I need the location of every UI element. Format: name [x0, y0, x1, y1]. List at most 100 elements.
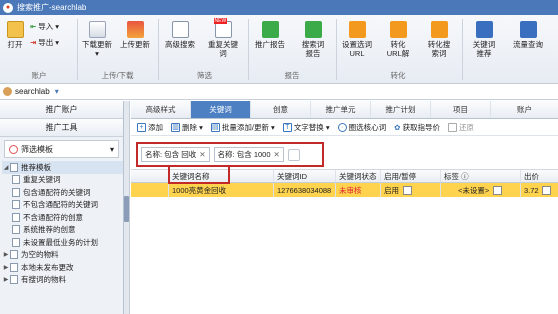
tree-item[interactable]: 未设置最低业务的计划 [2, 236, 123, 249]
tab-campaigns[interactable]: 推广计划 [371, 101, 431, 118]
keyword-toolbar: + 添加 ▥ 删除 ▾ ▤ 批量添加/更新 ▾ T 文字替换 ▾ · 圈选核心词 ✿ 获取… [131, 119, 558, 136]
tree-item[interactable]: ▶ 为空的物料 [2, 249, 123, 262]
import-button[interactable]: ⇤ 导入 ▾ [30, 21, 59, 32]
group-label-account: 账户 [31, 71, 47, 80]
template-doc-icon [12, 175, 20, 185]
enabled-cell[interactable]: 启用 [381, 183, 441, 197]
column-header[interactable]: 标签 ⓘ [441, 170, 521, 182]
traffic-query-button[interactable]: 流量查询 [508, 21, 548, 49]
column-header[interactable]: 启用/暂停 [381, 170, 441, 182]
tab-keywords[interactable]: 关键词 [191, 101, 251, 118]
open-button[interactable]: 打开 [4, 21, 26, 49]
filter-chip[interactable]: 名称: 包含 1000 ✕ [213, 147, 284, 162]
bid-cell[interactable]: 3.72 [521, 183, 558, 197]
tree-root-recommended[interactable]: ◢ 推荐模板 [2, 161, 123, 174]
tab-ad-groups[interactable]: 推广单元 [311, 101, 371, 118]
keyword-id-cell: 1276638034088 [274, 183, 336, 197]
delete-button[interactable]: ▥ 删除 ▾ [171, 122, 203, 133]
group-label-conversion: 转化 [390, 71, 406, 80]
search-icon [171, 21, 189, 38]
report-chart-icon [261, 21, 279, 38]
tag-cell[interactable]: <未设置> [441, 183, 521, 197]
restore-button[interactable]: 还原 [448, 122, 474, 133]
template-doc-icon [10, 262, 18, 272]
group-label-filter: 筛选 [197, 71, 212, 80]
close-icon[interactable]: ✕ [199, 150, 205, 159]
ribbon-separator [462, 19, 463, 80]
user-icon [3, 87, 12, 96]
account-selector[interactable]: searchlab ▾ [0, 84, 558, 100]
panel-splitter[interactable] [124, 101, 130, 314]
set-keyword-url-button[interactable]: 设置选词URL [338, 21, 376, 58]
expand-arrow-icon[interactable]: ▶ [2, 264, 10, 271]
expand-arrow-icon[interactable]: ▶ [2, 276, 10, 283]
tree-item[interactable]: ▶ 本地未发布更改 [2, 261, 123, 274]
duplicate-keyword-button[interactable]: NEW 重复关键词 [204, 18, 242, 58]
tab-strip: 高级样式 关键词 创意 推广单元 推广计划 项目 账户 [131, 101, 558, 119]
table-row[interactable]: 1000亮黄金回收 1276638034088 未审核 启用 <未设置> 3.7… [131, 183, 558, 197]
promotion-tools-header[interactable]: 推广工具 [0, 119, 123, 137]
filter-chip[interactable]: 名称: 包含 回收 ✕ [141, 147, 210, 162]
template-doc-icon [12, 200, 20, 210]
chevron-down-icon: ▾ [54, 87, 59, 96]
tab-advanced-style[interactable]: 高级样式 [131, 101, 191, 118]
row-checkbox[interactable] [131, 183, 169, 197]
upload-update-button[interactable]: 上传更新 [117, 21, 153, 49]
chevron-down-icon: ▾ [109, 144, 114, 154]
recommend-icon [475, 21, 493, 38]
plus-icon: + [137, 123, 146, 133]
keyword-name-cell[interactable]: 1000亮黄金回收 [169, 183, 274, 197]
add-button[interactable]: + 添加 [137, 122, 163, 133]
edit-icon[interactable] [403, 185, 412, 195]
keyword-recommend-button[interactable]: 关键词推荐 [466, 21, 502, 58]
search-term-report-button[interactable]: 搜索词报告 [295, 21, 331, 58]
promotion-account-header[interactable]: 推广账户 [0, 101, 123, 119]
conversion-url-button[interactable]: 转化URL解 [380, 21, 416, 58]
chevron-down-icon: ▾ [55, 38, 60, 47]
get-guide-price-button[interactable]: ✿ 获取指导价 [394, 122, 440, 133]
close-icon[interactable]: ✕ [274, 150, 280, 159]
target-icon: · [337, 123, 347, 133]
folder-icon [6, 21, 24, 38]
promotion-report-button[interactable]: 推广报告 [252, 21, 288, 49]
group-label-report: 报告 [284, 71, 300, 80]
expand-arrow-icon[interactable]: ▶ [2, 251, 10, 258]
chevron-down-icon: ▾ [95, 49, 99, 58]
advanced-search-button[interactable]: 高级搜索 [162, 21, 198, 49]
tree-item[interactable]: 包含通配符的关键词 [2, 186, 123, 199]
tree-item[interactable]: 不包含通配符的关键词 [2, 199, 123, 212]
template-doc-icon [12, 225, 20, 235]
download-update-button[interactable]: 下载更新 ▾ [80, 21, 114, 58]
tab-creatives[interactable]: 创意 [251, 101, 311, 118]
tree-item[interactable]: ▶ 有搜词的物料 [2, 274, 123, 287]
column-header[interactable]: 出价 [521, 170, 558, 182]
tab-projects[interactable]: 项目 [431, 101, 491, 118]
column-header[interactable]: 关键词ID [274, 170, 336, 182]
collapse-arrow-icon[interactable]: ◢ [2, 164, 10, 171]
traffic-icon [519, 21, 537, 38]
report-doc-icon [304, 21, 322, 38]
upload-icon [126, 21, 144, 38]
tab-account[interactable]: 账户 [491, 101, 558, 118]
clear-filter-icon[interactable] [287, 148, 300, 161]
export-button[interactable]: ⇥ 导出 ▾ [30, 37, 59, 48]
text-replace-button[interactable]: T 文字替换 ▾ [282, 122, 330, 133]
collapse-handle[interactable] [124, 196, 129, 222]
select-core-words-button[interactable]: · 圈选核心词 [337, 122, 386, 133]
edit-icon[interactable] [541, 185, 551, 195]
download-icon [88, 21, 106, 38]
tree-item[interactable]: 系统推荐的创意 [2, 224, 123, 237]
tree-item[interactable]: 重复关键词 [2, 174, 123, 187]
conversion-search-term-button[interactable]: 转化搜索词 [420, 21, 458, 58]
app-logo-icon: ● [3, 2, 13, 13]
replace-icon: T [282, 123, 292, 133]
left-panel: 推广账户 推广工具 筛选模板 ▾ ◢ 推荐模板 重复关键词 包含通配符的关键词 … [0, 101, 124, 314]
tree-item[interactable]: 不含通配符的创意 [2, 211, 123, 224]
template-doc-icon [12, 187, 20, 197]
batch-add-update-button[interactable]: ▤ 批量添加/更新 ▾ [210, 122, 275, 133]
filter-template-dropdown[interactable]: 筛选模板 ▾ [4, 140, 119, 158]
group-label-upload-download: 上传/下载 [101, 71, 134, 80]
ribbon-separator [336, 19, 337, 80]
edit-icon[interactable] [493, 185, 503, 195]
column-header[interactable]: 关键词状态 [336, 170, 381, 182]
